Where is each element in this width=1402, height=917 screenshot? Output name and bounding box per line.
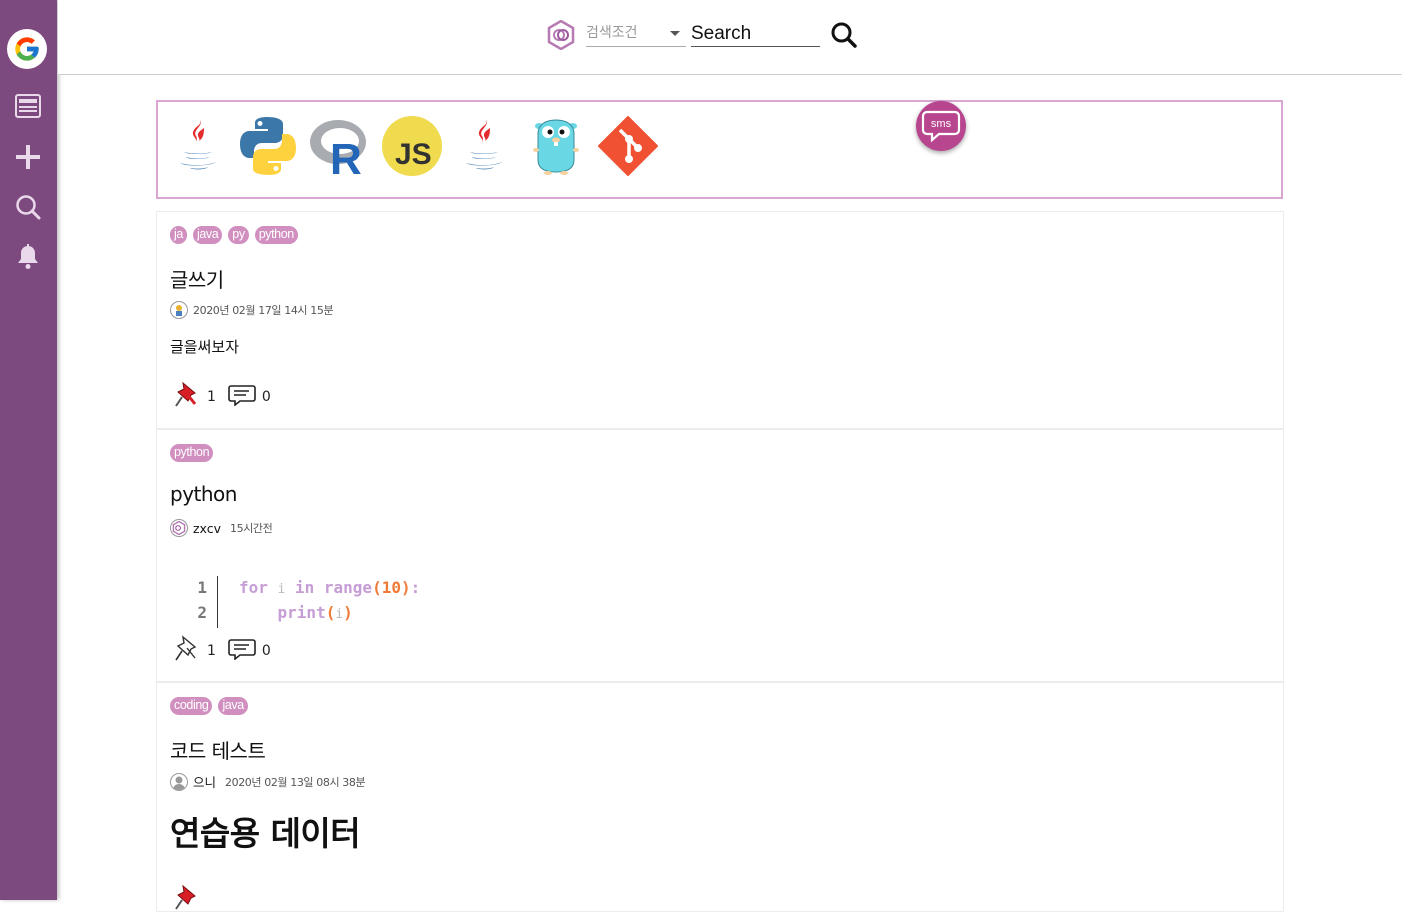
tag[interactable]: java <box>218 697 248 715</box>
tag-list: ja java py python <box>170 226 298 244</box>
code-token: (10) <box>372 578 411 597</box>
post-content: 글을써보자 <box>170 338 240 356</box>
bell-icon[interactable] <box>13 242 43 272</box>
board-icon[interactable] <box>13 91 43 121</box>
java-icon[interactable] <box>452 114 516 178</box>
python-icon[interactable] <box>236 114 300 178</box>
tag[interactable]: python <box>170 444 214 462</box>
code-token: : <box>410 578 421 597</box>
post-card[interactable]: python python zxcv 15시간전 1 2 for i in ra… <box>156 429 1284 682</box>
svg-text:JS: JS <box>395 138 432 171</box>
tag-list: coding java <box>170 697 248 715</box>
line-number: 2 <box>197 603 207 622</box>
post-date: 2020년 02월 17일 14시 15분 <box>193 304 334 317</box>
comment-icon[interactable] <box>228 638 256 664</box>
search-input[interactable] <box>691 22 820 47</box>
avatar[interactable] <box>170 772 188 791</box>
language-icon-bar: R JS <box>156 100 1283 199</box>
pin-count: 1 <box>207 643 216 659</box>
tag[interactable]: python <box>254 226 298 244</box>
post-title[interactable]: python <box>170 482 237 506</box>
pin-count: 1 <box>207 389 216 405</box>
post-author[interactable]: 으니 <box>193 772 216 791</box>
code-line: for i in range(10): <box>239 578 420 597</box>
post-date: 2020년 02월 13일 08시 38분 <box>225 775 366 789</box>
comment-count: 0 <box>261 643 271 659</box>
post-actions: 1 0 <box>173 380 283 414</box>
search-condition-placeholder: 검색조건 <box>586 25 638 41</box>
post-title[interactable]: 글쓰기 <box>170 264 224 293</box>
tag[interactable]: coding <box>170 697 213 715</box>
search-button[interactable] <box>830 21 858 49</box>
pin-icon[interactable] <box>173 883 201 917</box>
top-header: 검색조건 <box>58 0 1402 75</box>
pin-icon[interactable] <box>173 380 201 414</box>
post-actions <box>173 883 201 917</box>
post-author[interactable]: zxcv <box>193 521 221 536</box>
comment-count: 0 <box>261 389 271 405</box>
tag[interactable]: java <box>192 226 223 244</box>
search-icon[interactable] <box>13 192 43 222</box>
sms-chat-button[interactable]: sms <box>916 101 966 151</box>
chevron-down-icon <box>670 31 680 36</box>
git-icon[interactable] <box>596 114 660 178</box>
java-icon[interactable] <box>166 114 230 178</box>
tag[interactable]: py <box>228 226 249 244</box>
post-meta: 2020년 02월 17일 14시 15분 <box>170 301 334 319</box>
svg-text:sms: sms <box>931 118 952 130</box>
post-content: 연습용 데이터 <box>170 814 361 853</box>
post-meta: zxcv 15시간전 <box>170 519 273 537</box>
r-icon[interactable]: R <box>308 114 372 184</box>
tag-list: python <box>170 444 214 462</box>
code-token: ( <box>325 603 336 622</box>
post-meta: 으니 2020년 02월 13일 08시 38분 <box>170 772 366 791</box>
site-logo-icon[interactable] <box>546 19 576 51</box>
search-icon <box>831 22 857 48</box>
svg-text:R: R <box>330 135 362 178</box>
avatar[interactable] <box>170 301 188 319</box>
code-gutter-divider <box>217 576 218 628</box>
chat-bubble-icon: sms <box>921 110 961 143</box>
pin-outline-icon[interactable] <box>173 634 201 668</box>
post-date: 15시간전 <box>230 522 273 535</box>
code-token: range <box>323 578 373 597</box>
code-token: ) <box>343 603 353 622</box>
line-number: 1 <box>197 578 207 597</box>
code-token: print <box>239 603 326 622</box>
plus-icon[interactable] <box>13 142 43 172</box>
sidebar <box>0 0 57 900</box>
post-card[interactable]: coding java 코드 테스트 으니 2020년 02월 13일 08시 … <box>156 682 1284 912</box>
code-token: for <box>239 578 278 597</box>
google-icon[interactable] <box>7 29 47 69</box>
tag[interactable]: ja <box>170 226 187 244</box>
code-line: print(i) <box>239 603 353 622</box>
code-token: in <box>285 578 324 597</box>
comment-icon[interactable] <box>228 384 256 410</box>
code-token: i <box>335 607 344 622</box>
javascript-icon[interactable]: JS <box>380 114 444 178</box>
go-gopher-icon[interactable] <box>524 114 588 178</box>
post-title[interactable]: 코드 테스트 <box>170 735 266 764</box>
post-actions: 1 0 <box>173 634 283 668</box>
post-card[interactable]: ja java py python 글쓰기 2020년 02월 17일 14시 … <box>156 211 1284 429</box>
search-condition-select[interactable]: 검색조건 <box>586 22 686 47</box>
avatar[interactable] <box>170 519 188 537</box>
